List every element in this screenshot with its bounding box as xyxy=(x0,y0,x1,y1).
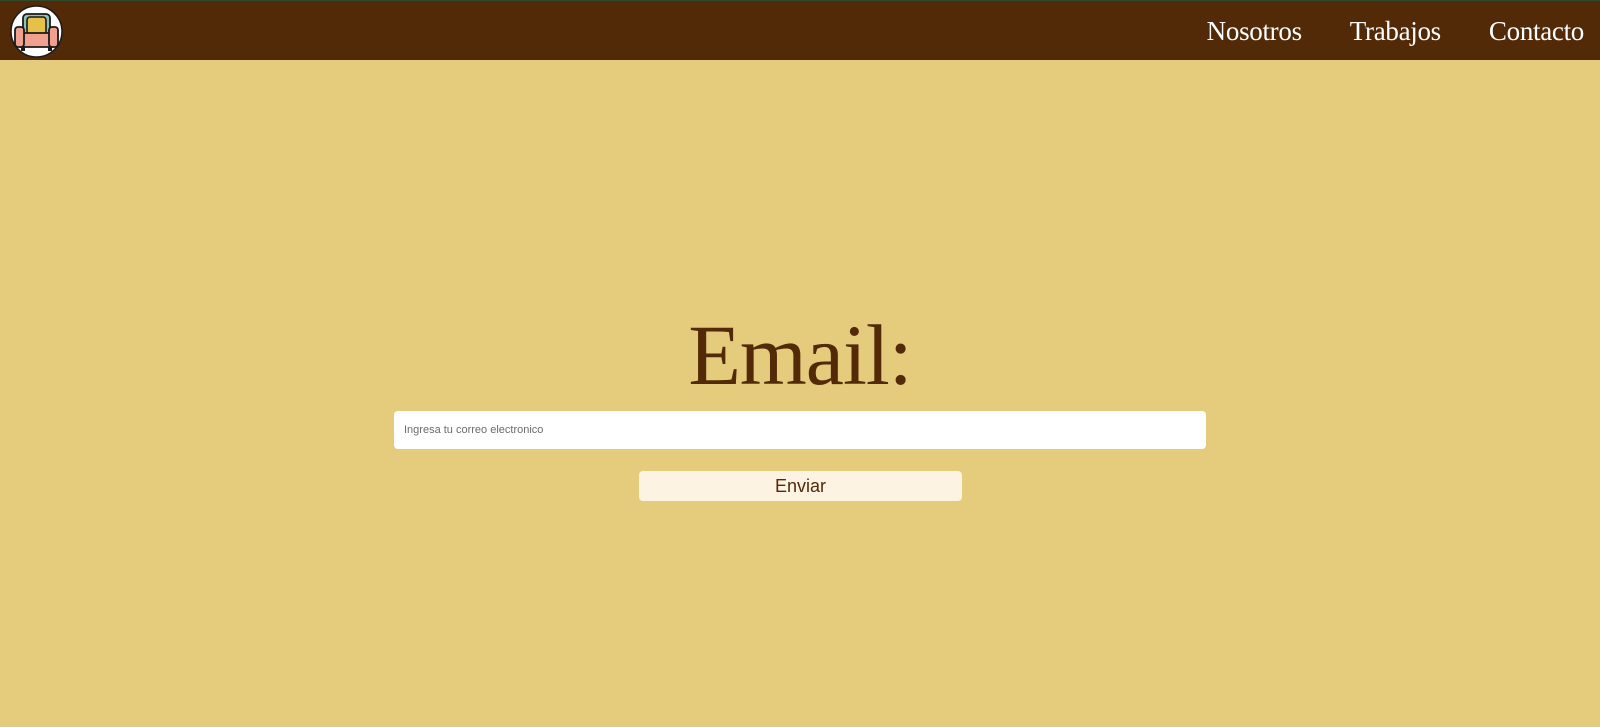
send-button[interactable]: Enviar xyxy=(639,471,962,501)
nav-link-contacto[interactable]: Contacto xyxy=(1489,16,1584,47)
nav-link-trabajos[interactable]: Trabajos xyxy=(1350,16,1441,47)
page-heading: Email: xyxy=(688,307,912,403)
email-field[interactable] xyxy=(394,411,1206,449)
nav-link-nosotros[interactable]: Nosotros xyxy=(1207,16,1302,47)
top-navbar: Nosotros Trabajos Contacto xyxy=(0,0,1600,60)
main-nav: Nosotros Trabajos Contacto xyxy=(1207,1,1600,61)
armchair-logo-icon[interactable] xyxy=(10,5,63,58)
